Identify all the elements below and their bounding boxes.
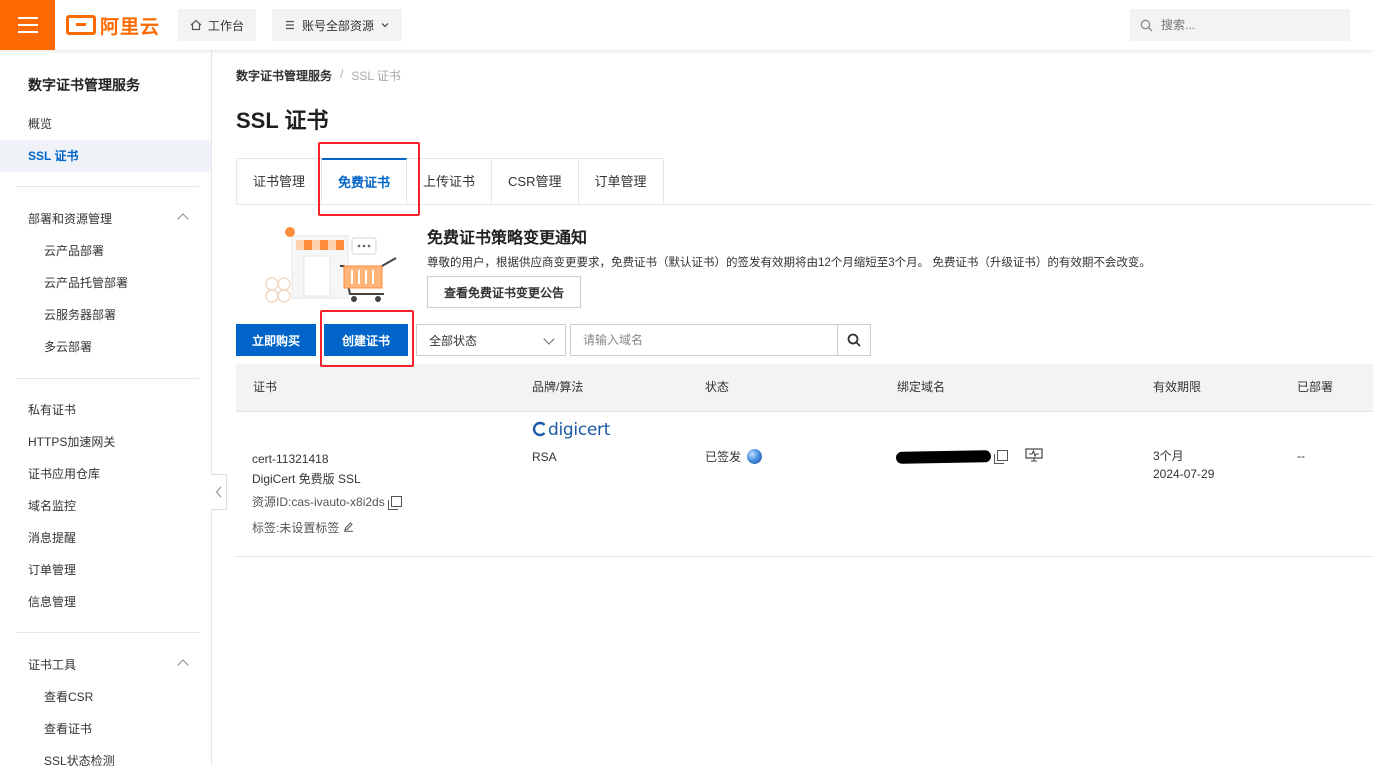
sidebar-divider: [16, 378, 199, 379]
aliyun-logo-icon: [66, 15, 96, 35]
sidebar-item-cert-repo[interactable]: 证书应用仓库: [0, 458, 211, 490]
logo-text: 阿里云: [100, 15, 161, 38]
create-cert-button[interactable]: 创建证书: [324, 324, 408, 356]
sidebar-divider: [16, 632, 199, 633]
tab-cert-management[interactable]: 证书管理: [236, 158, 323, 205]
edit-icon[interactable]: [343, 521, 354, 532]
sidebar-item-server-deploy[interactable]: 云服务器部署: [0, 299, 211, 331]
validity-period: 3个月: [1153, 449, 1184, 463]
cert-status-text: 已签发: [705, 450, 742, 464]
tab-free-cert[interactable]: 免费证书: [322, 158, 408, 205]
workbench-button[interactable]: 工作台: [178, 9, 257, 41]
digicert-logo: digicert: [532, 420, 610, 441]
sidebar-divider: [16, 186, 199, 187]
sidebar-item-private-cert[interactable]: 私有证书: [0, 394, 211, 426]
status-globe-icon: [747, 449, 763, 464]
sidebar-item-ssl-cert[interactable]: SSL 证书: [0, 140, 211, 172]
view-announcement-button[interactable]: 查看免费证书变更公告: [427, 276, 581, 308]
list-icon: [286, 20, 294, 30]
sidebar-item-ssl-check[interactable]: SSL状态检测: [0, 745, 211, 766]
table-header: 证书 品牌/算法 状态 绑定域名 有效期限 已部署: [236, 364, 1373, 412]
buy-now-button[interactable]: 立即购买: [236, 324, 316, 356]
chevron-down-icon: [381, 23, 389, 28]
sidebar-item-domain-monitor[interactable]: 域名监控: [0, 490, 211, 522]
cert-status: 已签发: [705, 447, 763, 467]
tab-csr-management[interactable]: CSR管理: [492, 158, 579, 205]
menu-icon[interactable]: [0, 0, 55, 50]
sidebar-item-managed-deploy[interactable]: 云产品托管部署: [0, 267, 211, 299]
cert-tag[interactable]: 标签:未设置标签: [252, 518, 354, 538]
sidebar-item-view-csr[interactable]: 查看CSR: [0, 681, 211, 713]
home-icon: [190, 19, 202, 31]
chevron-up-icon: [177, 659, 189, 671]
breadcrumb-link[interactable]: 数字证书管理服务: [236, 67, 332, 84]
tab-bar: 证书管理 免费证书 上传证书 CSR管理 订单管理: [236, 158, 664, 205]
resource-id: 资源ID:cas-ivauto-x8i2ds: [252, 492, 402, 512]
sidebar-group-label: 部署和资源管理: [28, 212, 113, 226]
deployed-status: --: [1297, 449, 1305, 463]
algorithm: RSA: [532, 450, 557, 464]
status-select-value: 全部状态: [429, 333, 478, 348]
column-header-cert: 证书: [253, 380, 278, 394]
domain-search-button[interactable]: [837, 324, 871, 356]
search-icon: [847, 333, 861, 347]
notice-title: 免费证书策略变更通知: [427, 230, 588, 247]
column-header-status: 状态: [705, 380, 730, 394]
sidebar-item-info[interactable]: 信息管理: [0, 586, 211, 618]
status-select[interactable]: 全部状态: [416, 324, 566, 356]
copy-icon[interactable]: [387, 496, 402, 510]
tab-divider: [236, 204, 1373, 205]
breadcrumb: 数字证书管理服务 / SSL 证书: [236, 67, 401, 84]
global-search[interactable]: [1130, 9, 1350, 41]
domain-actions: [991, 446, 1043, 466]
table-row: cert-11321418 DigiCert 免费版 SSL 资源ID:cas-…: [236, 412, 1373, 557]
redacted-domain: [895, 450, 992, 464]
column-header-domain: 绑定域名: [897, 380, 946, 394]
cert-id[interactable]: cert-11321418: [252, 449, 329, 469]
sidebar-item-cloud-deploy[interactable]: 云产品部署: [0, 235, 211, 267]
breadcrumb-current: SSL 证书: [351, 69, 401, 83]
aliyun-logo[interactable]: 阿里云: [66, 12, 160, 38]
breadcrumb-separator: /: [340, 67, 344, 81]
digicert-logo-text: digicert: [548, 420, 611, 440]
top-bar: 阿里云 工作台 账号全部资源: [0, 0, 1373, 50]
sidebar-item-view-cert[interactable]: 查看证书: [0, 713, 211, 745]
sidebar-group-tools[interactable]: 证书工具: [0, 649, 211, 681]
tab-upload-cert[interactable]: 上传证书: [407, 158, 493, 205]
copy-icon[interactable]: [994, 450, 1008, 464]
sidebar-item-overview[interactable]: 概览: [0, 108, 211, 140]
search-icon: [1140, 19, 1153, 31]
chevron-left-icon: [215, 486, 221, 498]
cert-name: DigiCert 免费版 SSL: [252, 472, 361, 486]
page-title: SSL 证书: [236, 108, 329, 133]
notice-text: 尊敬的用户，根据供应商变更要求，免费证书（默认证书）的签发有效期将由12个月缩短…: [427, 257, 1151, 269]
expiry-date: 2024-07-29: [1153, 467, 1215, 481]
column-header-brand: 品牌/算法: [532, 380, 584, 394]
chevron-up-icon: [177, 213, 189, 225]
sidebar-group-deploy[interactable]: 部署和资源管理: [0, 203, 211, 235]
resource-id-text: 资源ID:cas-ivauto-x8i2ds: [252, 495, 385, 509]
global-search-input[interactable]: [1161, 18, 1331, 32]
sidebar-item-notifications[interactable]: 消息提醒: [0, 522, 211, 554]
sidebar-item-orders[interactable]: 订单管理: [0, 554, 211, 586]
sidebar: 数字证书管理服务 概览 SSL 证书 部署和资源管理 云产品部署 云产品托管部署…: [0, 50, 212, 766]
resources-label: 账号全部资源: [302, 18, 375, 33]
domain-search-input[interactable]: [570, 324, 838, 356]
column-header-validity: 有效期限: [1153, 380, 1202, 394]
monitor-icon[interactable]: [1025, 448, 1043, 462]
cert-tag-text: 标签:未设置标签: [252, 521, 340, 535]
tab-orders[interactable]: 订单管理: [578, 158, 664, 205]
resources-dropdown[interactable]: 账号全部资源: [272, 9, 403, 41]
sidebar-item-multicloud-deploy[interactable]: 多云部署: [0, 331, 211, 363]
sidebar-collapse-handle[interactable]: [211, 474, 227, 510]
digicert-logo-icon: [532, 421, 546, 437]
shopping-illustration: [265, 227, 397, 303]
workbench-label: 工作台: [208, 18, 245, 33]
sidebar-group-label: 证书工具: [28, 658, 77, 672]
chevron-down-icon: [543, 333, 555, 345]
column-header-deployed: 已部署: [1297, 380, 1334, 394]
sidebar-item-https-gateway[interactable]: HTTPS加速网关: [0, 426, 211, 458]
sidebar-title: 数字证书管理服务: [28, 77, 140, 93]
